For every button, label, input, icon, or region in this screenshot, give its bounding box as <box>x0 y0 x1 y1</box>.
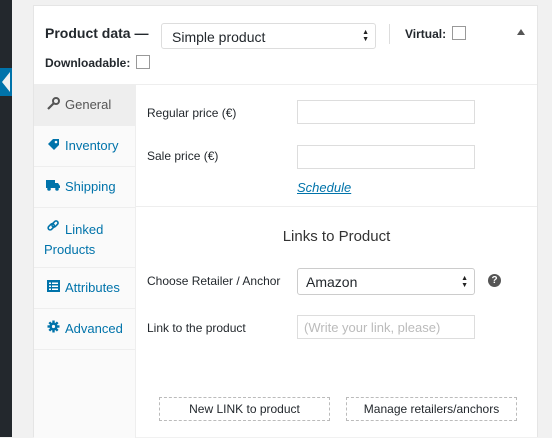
downloadable-checkbox[interactable] <box>136 55 150 69</box>
product-type-value: Simple product <box>172 29 266 45</box>
tab-inventory[interactable]: Inventory <box>34 126 135 167</box>
regular-price-label: Regular price (€) <box>147 106 237 120</box>
retailer-label: Choose Retailer / Anchor <box>147 274 281 288</box>
tab-advanced[interactable]: Advanced <box>34 309 135 350</box>
tab-label: Attributes <box>65 280 120 295</box>
select-arrows-icon: ▲ ▼ <box>362 29 369 43</box>
downloadable-label: Downloadable: <box>45 56 131 70</box>
truck-icon <box>46 179 60 194</box>
virtual-label: Virtual: <box>405 27 447 41</box>
link-label: Link to the product <box>147 321 246 335</box>
gear-icon <box>46 320 60 336</box>
tab-shipping[interactable]: Shipping <box>34 167 135 208</box>
select-arrows-icon: ▲ ▼ <box>461 275 468 289</box>
tab-attributes[interactable]: Attributes <box>34 268 135 309</box>
general-panel: Regular price (€) Sale price (€) Schedul… <box>136 85 537 438</box>
tab-label: General <box>65 97 112 112</box>
virtual-checkbox[interactable] <box>452 26 466 40</box>
tab-label: Linked Products <box>44 222 104 257</box>
product-data-tabs: General Inventory Shipping Linked Produc… <box>34 85 136 438</box>
collapse-toggle-icon[interactable] <box>517 29 525 35</box>
metabox-header: Product data — Simple product ▲ ▼ Virtual… <box>34 6 537 85</box>
admin-sidebar-strip <box>0 0 12 437</box>
header-divider <box>389 24 390 44</box>
tab-label: Inventory <box>65 138 119 153</box>
product-type-select[interactable]: Simple product ▲ ▼ <box>161 23 376 49</box>
tab-linked-products[interactable]: Linked Products <box>34 208 135 268</box>
sale-price-input[interactable] <box>297 145 475 169</box>
manage-retailers-button[interactable]: Manage retailers/anchors <box>346 397 517 421</box>
links-section-title: Links to Product <box>282 228 391 245</box>
tab-general[interactable]: General <box>34 85 135 126</box>
schedule-link[interactable]: Schedule <box>297 180 351 195</box>
regular-price-input[interactable] <box>297 100 475 124</box>
metabox-title: Product data — <box>45 25 149 41</box>
sale-price-label: Sale price (€) <box>147 149 219 163</box>
tag-icon <box>46 138 60 154</box>
retailer-select[interactable]: Amazon ▲ ▼ <box>297 268 475 295</box>
section-divider <box>136 206 537 207</box>
tab-label: Advanced <box>65 321 123 336</box>
list-icon <box>46 280 60 295</box>
tab-label: Shipping <box>65 179 116 194</box>
help-icon[interactable]: ? <box>488 274 501 287</box>
new-link-button[interactable]: New LINK to product <box>159 397 330 421</box>
current-menu-indicator <box>0 68 12 96</box>
wrench-icon <box>46 97 60 113</box>
product-link-input[interactable] <box>297 315 475 339</box>
retailer-select-value: Amazon <box>306 274 358 290</box>
product-data-metabox: Product data — Simple product ▲ ▼ Virtual… <box>33 5 538 438</box>
